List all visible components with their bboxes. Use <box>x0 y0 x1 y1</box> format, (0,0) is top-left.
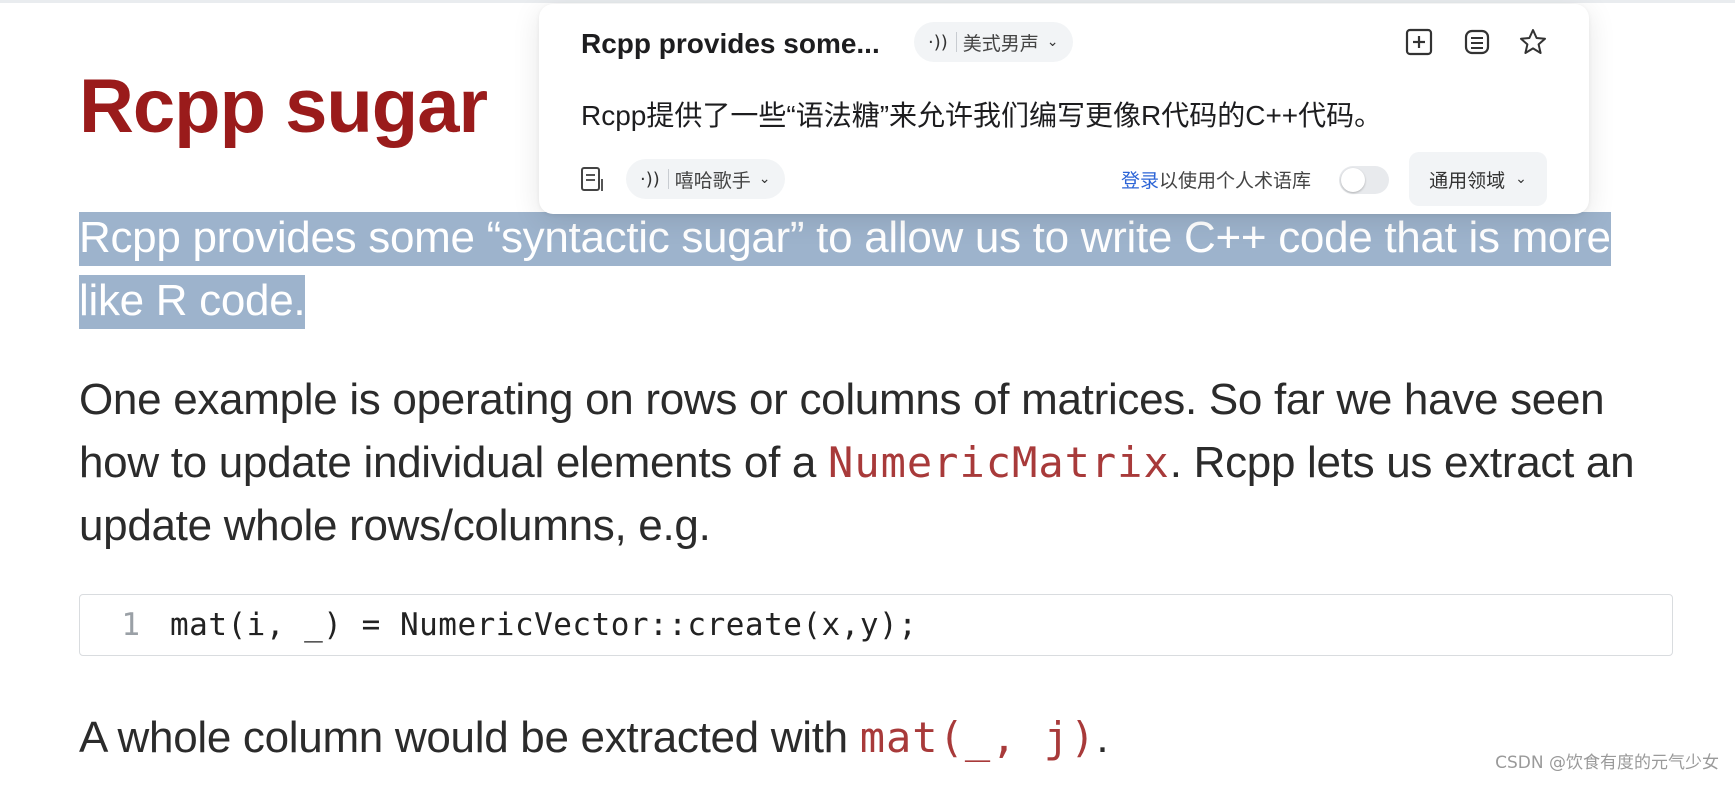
login-link[interactable]: 登录 <box>1121 171 1159 192</box>
chevron-down-icon: ⌄ <box>1515 171 1527 187</box>
speaker-icon[interactable]: ·)) <box>928 32 948 53</box>
login-suffix: 以使用个人术语库 <box>1159 171 1312 192</box>
text-selection-highlight[interactable]: Rcpp provides some “syntactic sugar” to … <box>79 212 1611 329</box>
document-icon[interactable] <box>579 165 605 193</box>
voice-label: 嘻哈歌手 <box>674 170 751 192</box>
paragraph-matrices: One example is operating on rows or colu… <box>79 368 1679 557</box>
voice-label: 美式男声 <box>962 33 1039 55</box>
inline-code-column: mat(_, j) <box>859 713 1097 762</box>
add-icon[interactable] <box>1403 26 1435 58</box>
chevron-down-icon: ⌄ <box>758 171 771 187</box>
glossary-login-prompt: 登录以使用个人术语库 <box>1121 166 1311 193</box>
selected-paragraph[interactable]: Rcpp provides some “syntactic sugar” to … <box>79 206 1639 332</box>
translation-popup: Rcpp provides some... ·)) 美式男声 ⌄ Rcpp提供了… <box>539 4 1589 214</box>
line-number: 1 <box>121 607 140 643</box>
source-voice-selector[interactable]: ·)) 美式男声 ⌄ <box>914 22 1073 62</box>
watermark: CSDN @饮食有度的元气少女 <box>1495 753 1719 773</box>
translation-text: Rcpp提供了一些“语法糖”来允许我们编写更像R代码的C++代码。 <box>581 100 1383 131</box>
page-title: Rcpp sugar <box>79 64 488 149</box>
target-voice-selector[interactable]: ·)) 嘻哈歌手 ⌄ <box>626 159 785 199</box>
paragraph-text: A whole column would be extracted with <box>79 713 860 762</box>
divider <box>955 32 957 52</box>
copy-icon[interactable] <box>1461 26 1493 58</box>
inline-code-numericmatrix: NumericMatrix <box>828 438 1170 487</box>
paragraph-column: A whole column would be extracted with m… <box>79 706 1109 769</box>
code-line: mat(i, _) = NumericVector::create(x,y); <box>170 607 918 643</box>
source-text-title: Rcpp provides some... <box>581 28 880 59</box>
top-divider <box>0 0 1735 3</box>
personal-glossary-toggle[interactable] <box>1339 166 1389 194</box>
chevron-down-icon: ⌄ <box>1046 34 1059 50</box>
paragraph-text: . <box>1096 713 1109 762</box>
code-block: 1 mat(i, _) = NumericVector::create(x,y)… <box>79 594 1673 656</box>
toggle-knob <box>1341 168 1365 192</box>
domain-dropdown[interactable]: 通用领域 ⌄ <box>1409 152 1547 206</box>
star-icon[interactable] <box>1517 26 1549 58</box>
speaker-icon[interactable]: ·)) <box>640 169 660 190</box>
divider <box>667 169 669 189</box>
domain-label: 通用领域 <box>1429 170 1506 192</box>
